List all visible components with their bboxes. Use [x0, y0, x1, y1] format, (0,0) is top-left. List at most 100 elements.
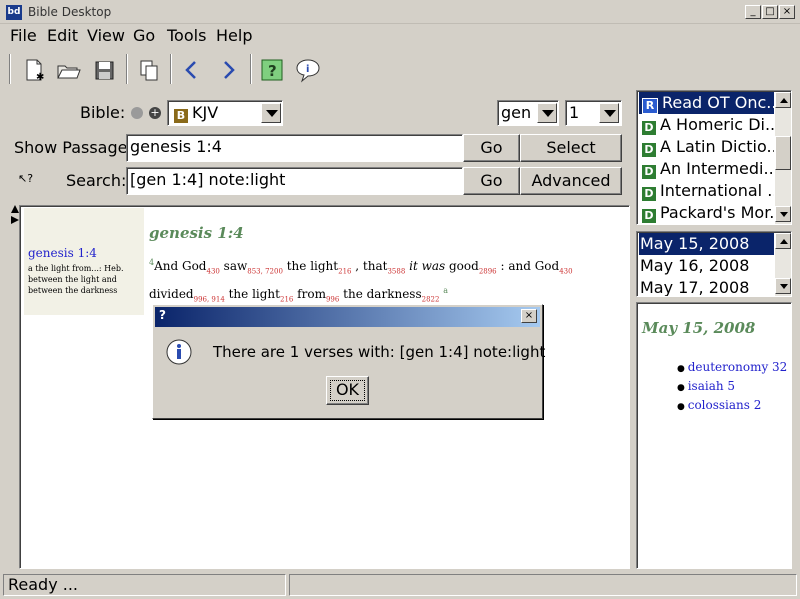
book-list-item[interactable]: D Packard's Mor...	[639, 202, 774, 224]
date-list-item[interactable]: May 15, 2008	[639, 233, 774, 255]
book-list-label: A Homeric Di...	[660, 115, 774, 134]
menu-go[interactable]: Go	[133, 27, 155, 45]
advanced-button[interactable]: Advanced	[520, 167, 622, 195]
back-icon[interactable]	[178, 56, 206, 84]
date-list[interactable]: May 15, 2008 May 16, 2008 May 17, 2008	[636, 231, 792, 297]
chevron-down-icon[interactable]	[537, 103, 557, 123]
strongs-number[interactable]: 430	[206, 267, 219, 275]
about-icon[interactable]: i	[294, 56, 322, 84]
daily-reading-link[interactable]: ● isaiah 5	[677, 378, 787, 397]
passage-input[interactable]: genesis 1:4	[126, 134, 463, 162]
status-text: Ready ...	[3, 574, 286, 596]
daily-heading: May 15, 2008	[642, 319, 756, 337]
daily-reading-link[interactable]: ● colossians 2	[677, 397, 787, 416]
collapse-icon[interactable]	[131, 107, 143, 119]
note-marker[interactable]: a	[443, 286, 448, 295]
book-list-item[interactable]: D An Intermedi...	[639, 158, 774, 180]
daily-reading-link[interactable]: ● deuteronomy 32	[677, 359, 787, 378]
new-window-icon[interactable]: ✱	[20, 56, 48, 84]
menu-file[interactable]: File	[10, 27, 37, 45]
forward-icon[interactable]	[214, 56, 242, 84]
close-button[interactable]: ×	[779, 5, 795, 19]
scroll-down-icon[interactable]	[775, 278, 791, 294]
date-list-item[interactable]: May 17, 2008	[639, 277, 774, 296]
expand-icon[interactable]: +	[149, 107, 161, 119]
verse-text[interactable]: 4And God430 saw853, 7200 the light216 , …	[149, 253, 619, 310]
help-icon[interactable]: ?	[258, 56, 286, 84]
bullet-icon: ●	[677, 402, 688, 412]
book-list[interactable]: R Read OT Onc... D A Homeric Di... D A Latin …	[636, 90, 792, 225]
select-button[interactable]: Select	[520, 134, 622, 162]
verse-word[interactable]: from	[293, 287, 326, 301]
book-type-icon: D	[642, 121, 656, 135]
strongs-number[interactable]: 3588	[387, 267, 405, 275]
dialog-title-bar[interactable]: ?	[155, 307, 540, 327]
verse-word[interactable]: the light	[225, 287, 280, 301]
reading-ref[interactable]: colossians 2	[688, 398, 762, 412]
expand-arrow-icon[interactable]	[11, 216, 19, 224]
note-text: a the light from...: Heb. between the li…	[28, 263, 124, 296]
scroll-down-icon[interactable]	[775, 206, 791, 222]
book-list-label: Packard's Mor...	[660, 203, 774, 222]
title-bar[interactable]	[0, 0, 800, 24]
message-dialog: ? × There are 1 verses with: [gen 1:4] n…	[152, 304, 545, 419]
chevron-down-icon[interactable]	[261, 103, 281, 123]
menu-edit[interactable]: Edit	[47, 27, 78, 45]
reading-ref[interactable]: isaiah 5	[688, 379, 735, 393]
verse-word[interactable]: saw	[220, 259, 248, 273]
strongs-number[interactable]: 2896	[479, 267, 497, 275]
book-list-item[interactable]: D A Latin Dictio...	[639, 136, 774, 158]
search-label: Search:	[66, 171, 127, 190]
note-ref-link[interactable]: genesis 1:4	[28, 246, 97, 260]
menu-help[interactable]: Help	[216, 27, 252, 45]
scroll-up-icon[interactable]	[775, 233, 791, 249]
search-input[interactable]: [gen 1:4] note:light	[126, 167, 463, 195]
search-help-icon[interactable]: ↖?	[18, 172, 33, 185]
note-line: between the darkness	[28, 286, 118, 295]
book-type-icon: D	[642, 187, 656, 201]
svg-text:i: i	[306, 64, 309, 75]
scroll-thumb[interactable]	[775, 136, 791, 170]
book-list-label: A Latin Dictio...	[660, 137, 774, 156]
verse-word[interactable]: the darkness	[339, 287, 421, 301]
book-type-icon: R	[642, 98, 658, 114]
minimize-button[interactable]: _	[745, 5, 761, 19]
reading-ref[interactable]: deuteronomy 32	[688, 360, 788, 374]
date-list-item[interactable]: May 16, 2008	[639, 255, 774, 277]
copy-icon[interactable]	[135, 56, 163, 84]
verse-word[interactable]: , that	[351, 259, 387, 273]
go-button[interactable]: Go	[463, 134, 520, 162]
ok-button[interactable]: OK	[326, 376, 369, 405]
chapter-value: 1	[569, 103, 580, 122]
verse-word[interactable]: : and God	[497, 259, 559, 273]
strongs-number[interactable]: 430	[559, 267, 572, 275]
bible-value: KJV	[192, 103, 219, 122]
dialog-close-button[interactable]: ×	[521, 309, 537, 323]
collapse-arrow-icon[interactable]	[11, 205, 19, 213]
svg-text:?: ?	[268, 62, 277, 80]
verse-word[interactable]: it was	[405, 259, 445, 273]
toolbar-separator	[170, 54, 172, 84]
verse-word[interactable]: And God	[154, 259, 206, 273]
strongs-number[interactable]: 216	[280, 296, 293, 304]
scroll-up-icon[interactable]	[775, 92, 791, 108]
strongs-number[interactable]: 2822	[422, 296, 440, 304]
menu-view[interactable]: View	[87, 27, 125, 45]
verse-word[interactable]: divided	[149, 287, 194, 301]
verse-word[interactable]: good	[445, 259, 479, 273]
strongs-number[interactable]: 216	[338, 267, 351, 275]
book-list-item[interactable]: D International ...	[639, 180, 774, 202]
menu-tools[interactable]: Tools	[167, 27, 206, 45]
maximize-button[interactable]: □	[762, 5, 778, 19]
verse-word[interactable]: the light	[283, 259, 338, 273]
open-icon[interactable]	[54, 56, 82, 84]
strongs-number[interactable]: 996	[326, 296, 339, 304]
book-list-item[interactable]: D A Homeric Di...	[639, 114, 774, 136]
chevron-down-icon[interactable]	[599, 103, 619, 123]
book-type-icon: D	[642, 209, 656, 223]
search-go-button[interactable]: Go	[463, 167, 520, 195]
strongs-number[interactable]: 996, 914	[194, 296, 225, 304]
book-list-item[interactable]: R Read OT Onc...	[639, 92, 774, 114]
save-icon[interactable]	[90, 56, 118, 84]
strongs-number[interactable]: 853, 7200	[247, 267, 283, 275]
